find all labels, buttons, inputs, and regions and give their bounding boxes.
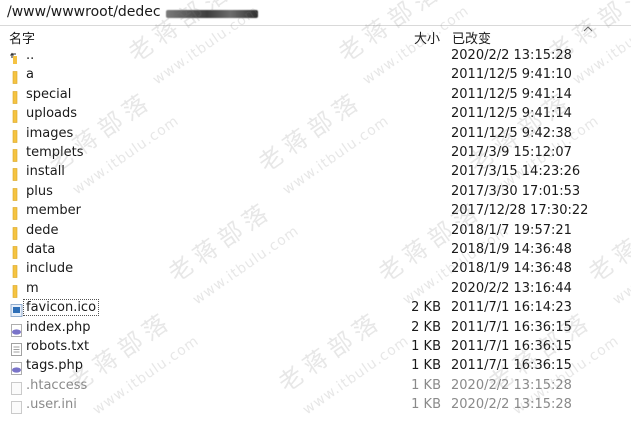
sort-ascending-icon	[583, 26, 593, 32]
folder-icon	[10, 244, 23, 259]
file-modified-date: 2018/1/9 14:36:48	[451, 261, 572, 277]
file-name: ..	[26, 48, 35, 63]
file-modified-date: 2017/12/28 17:30:22	[451, 203, 589, 219]
path-redaction	[166, 10, 258, 18]
file-modified-date: 2017/3/15 14:23:26	[451, 164, 581, 180]
file-name: a	[26, 67, 34, 83]
file-modified-date: 2011/7/1 16:36:15	[451, 319, 572, 335]
path-text[interactable]: /www/wwwroot/dedec	[7, 4, 161, 20]
image-file-icon	[10, 302, 23, 318]
file-name: special	[26, 86, 72, 102]
file-row[interactable]: robots.txt 1 KB 2011/7/1 16:36:15	[0, 338, 631, 357]
folder-icon	[10, 166, 23, 182]
file-modified-date: 2018/1/9 14:36:48	[451, 242, 572, 257]
file-size: 2 KB	[411, 300, 441, 316]
file-modified-date: 2020/2/2 13:15:28	[451, 397, 572, 413]
file-name: include	[26, 261, 74, 277]
text-file-icon	[10, 341, 23, 356]
php-file-icon	[10, 322, 23, 337]
file-size: 1 KB	[411, 358, 441, 374]
file-modified-date: 2011/12/5 9:41:10	[451, 67, 572, 83]
parent-folder-icon	[10, 50, 23, 64]
file-name: member	[26, 203, 81, 219]
folder-icon	[10, 263, 23, 279]
hidden-file-icon	[10, 399, 23, 415]
file-size: 1 KB	[411, 397, 441, 413]
folder-icon	[10, 147, 23, 162]
file-modified-date: 2020/2/2 13:15:28	[451, 48, 572, 63]
file-modified-date: 2020/2/2 13:15:28	[451, 377, 572, 393]
column-name-header[interactable]: 名字	[9, 28, 35, 47]
file-name: templets	[26, 145, 84, 160]
folder-icon	[10, 205, 23, 220]
file-name: plus	[26, 183, 53, 199]
file-name: dede	[26, 222, 59, 238]
folder-icon	[10, 69, 23, 85]
folder-icon	[10, 128, 23, 143]
file-row[interactable]: templets 2017/3/9 15:12:07	[0, 144, 631, 163]
file-row[interactable]: images 2011/12/5 9:42:38	[0, 125, 631, 144]
file-modified-date: 2017/3/30 17:01:53	[451, 183, 581, 199]
file-row[interactable]: special 2011/12/5 9:41:14	[0, 86, 631, 105]
file-name: m	[26, 280, 39, 296]
file-row[interactable]: dede 2018/1/7 19:57:21	[0, 222, 631, 241]
file-modified-date: 2017/3/9 15:12:07	[451, 145, 572, 160]
file-size: 1 KB	[411, 339, 441, 354]
php-file-icon	[10, 360, 23, 376]
file-row[interactable]: .user.ini 1 KB 2020/2/2 13:15:28	[0, 396, 631, 415]
folder-icon	[10, 108, 23, 123]
file-modified-date: 2011/7/1 16:36:15	[451, 358, 572, 374]
file-name: robots.txt	[26, 339, 90, 354]
file-modified-date: 2011/12/5 9:41:14	[451, 86, 572, 102]
file-name: install	[26, 164, 65, 180]
folder-icon	[10, 283, 23, 298]
column-size-header[interactable]: 大小	[414, 28, 440, 47]
folder-icon	[10, 186, 23, 201]
file-size: 1 KB	[411, 377, 441, 393]
file-row[interactable]: install 2017/3/15 14:23:26	[0, 163, 631, 182]
file-row[interactable]: .. 2020/2/2 13:15:28	[0, 47, 631, 66]
file-name: images	[26, 125, 74, 141]
file-modified-date: 2018/1/7 19:57:21	[451, 222, 572, 238]
path-bar[interactable]: /www/wwwroot/dedec	[0, 0, 631, 26]
file-row[interactable]: member 2017/12/28 17:30:22	[0, 202, 631, 221]
file-name: tags.php	[26, 358, 83, 374]
column-modified-header[interactable]: 已改变	[452, 28, 491, 47]
hidden-file-icon	[10, 380, 23, 395]
folder-icon	[10, 89, 23, 104]
file-row[interactable]: uploads 2011/12/5 9:41:14	[0, 105, 631, 124]
file-modified-date: 2011/7/1 16:36:15	[451, 339, 572, 354]
file-row[interactable]: m 2020/2/2 13:16:44	[0, 280, 631, 299]
file-name: .htaccess	[26, 377, 88, 393]
file-row[interactable]: tags.php 1 KB 2011/7/1 16:36:15	[0, 357, 631, 376]
file-name: .user.ini	[26, 397, 77, 413]
file-row[interactable]: a 2011/12/5 9:41:10	[0, 66, 631, 85]
folder-icon	[10, 225, 23, 240]
file-row[interactable]: plus 2017/3/30 17:01:53	[0, 183, 631, 202]
file-name: uploads	[26, 106, 78, 122]
file-row[interactable]: .htaccess 1 KB 2020/2/2 13:15:28	[0, 377, 631, 396]
file-row[interactable]: index.php 2 KB 2011/7/1 16:36:15	[0, 319, 631, 338]
file-modified-date: 2020/2/2 13:16:44	[451, 280, 572, 296]
file-modified-date: 2011/7/1 16:14:23	[451, 300, 572, 316]
column-header: 名字 大小 已改变	[0, 26, 631, 47]
file-row[interactable]: favicon.ico 2 KB 2011/7/1 16:14:23	[0, 299, 631, 318]
file-name: index.php	[26, 319, 91, 335]
file-row[interactable]: data 2018/1/9 14:36:48	[0, 241, 631, 260]
file-name: favicon.ico	[22, 299, 100, 317]
file-modified-date: 2011/12/5 9:42:38	[451, 125, 572, 141]
file-row[interactable]: include 2018/1/9 14:36:48	[0, 260, 631, 279]
file-name: data	[26, 242, 56, 257]
file-size: 2 KB	[411, 319, 441, 335]
file-modified-date: 2011/12/5 9:41:14	[451, 106, 572, 122]
